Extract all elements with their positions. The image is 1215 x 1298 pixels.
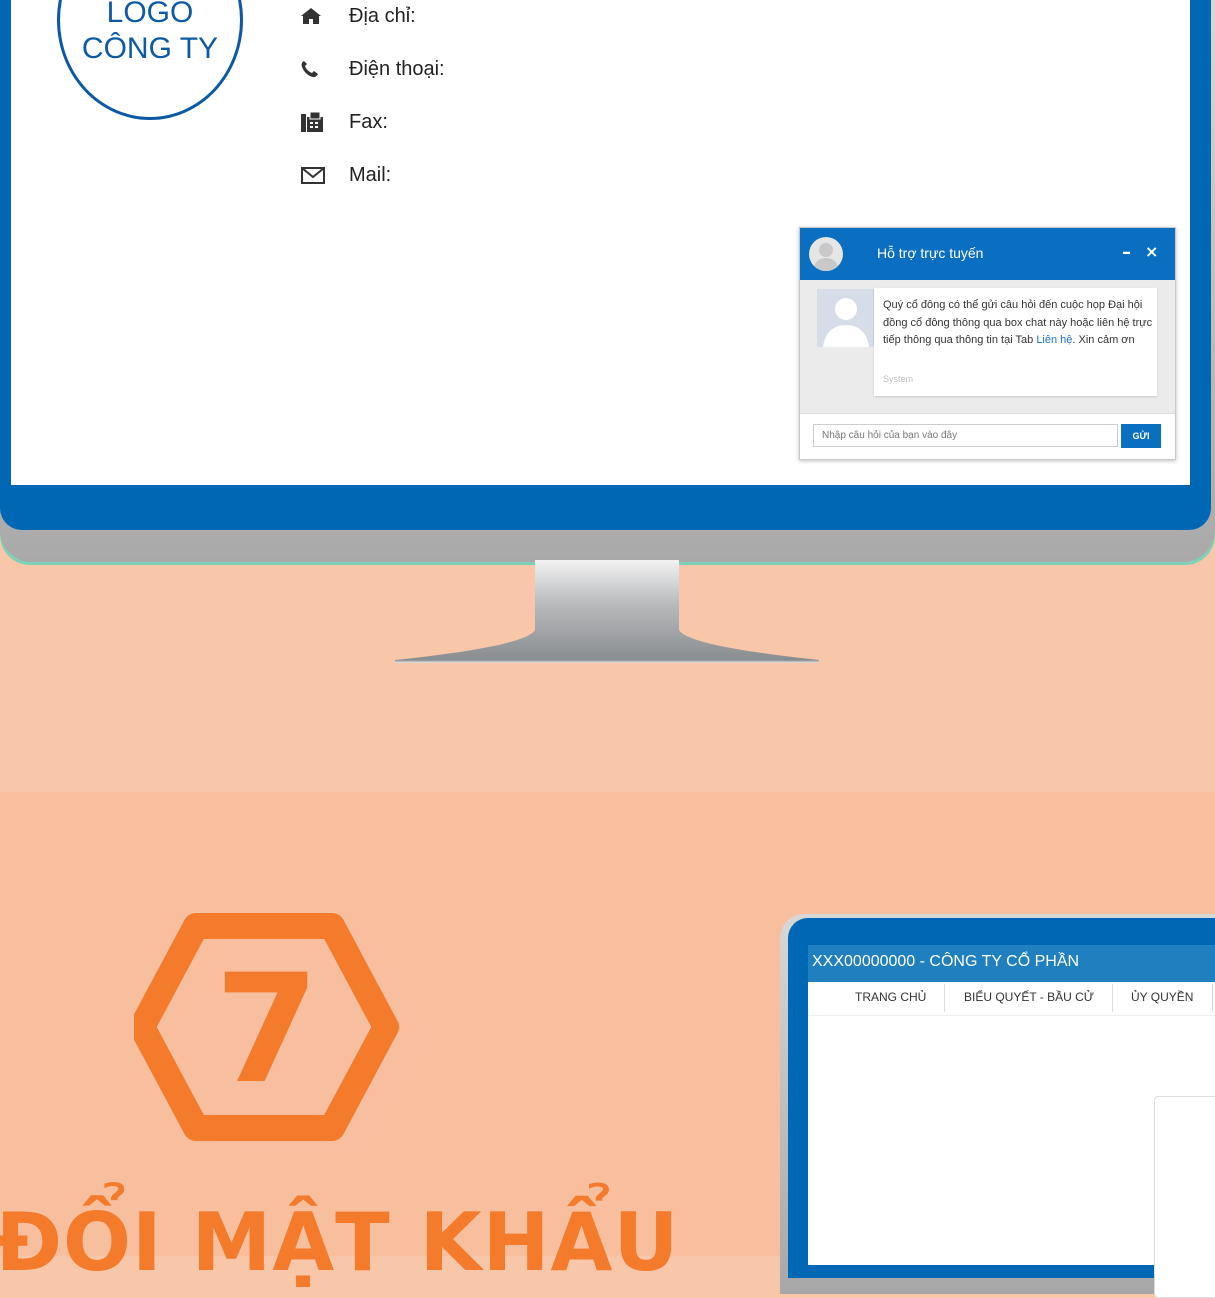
login-card (1154, 1096, 1215, 1298)
phone-label: Điện thoại: (349, 57, 445, 80)
message-text: Quý cổ đông có thể gửi câu hỏi đến cuộc … (883, 299, 1153, 347)
menu-divider (944, 984, 945, 1012)
message-sender: System (883, 374, 914, 384)
phone-icon (300, 60, 349, 78)
step-number: 7 (214, 943, 320, 1117)
chat-title: Hỗ trợ trực tuyến (877, 245, 984, 261)
question-input[interactable]: Nhập câu hỏi của bạn vào đây (813, 424, 1118, 447)
chat-header[interactable]: Hỗ trợ trực tuyến – × (800, 228, 1175, 280)
support-avatar-icon (809, 237, 843, 271)
address-label: Địa chỉ: (349, 4, 416, 27)
contact-phone: Điện thoại: (300, 54, 445, 84)
menu-divider (1212, 984, 1213, 1012)
user-avatar-icon (817, 289, 875, 347)
home-icon (300, 7, 349, 25)
company-logo: LOGO CÔNG TY (57, 0, 243, 120)
send-button[interactable]: GỬI (1121, 424, 1161, 448)
app-title: XXX00000000 - CÔNG TY CỔ PHẦN (812, 953, 1080, 970)
mail-label: Mail: (349, 163, 392, 186)
chat-message: Quý cổ đông có thể gửi câu hỏi đến cuộc … (874, 288, 1157, 396)
menu-divider (1112, 984, 1113, 1012)
fax-icon (300, 111, 349, 133)
step-number-badge: 7 (129, 912, 436, 1156)
menu-item-home[interactable]: TRANG CHỦ (855, 990, 926, 1004)
logo-text: LOGO CÔNG TY (60, 0, 240, 67)
chat-footer: Nhập câu hỏi của bạn vào đây GỬI (800, 413, 1175, 460)
menu-item-voting[interactable]: BIỂU QUYẾT - BẦU CỬ (964, 990, 1094, 1004)
contact-mail: Mail: (300, 160, 391, 190)
chat-messages: Quý cổ đông có thể gửi câu hỏi đến cuộc … (800, 280, 1175, 413)
close-icon[interactable]: × (1145, 242, 1158, 261)
monitor-stand (395, 560, 819, 668)
main-menu: TRANG CHỦ BIỂU QUYẾT - BẦU CỬ ỦY QUYỀN (808, 982, 1215, 1016)
contact-fax: Fax: (300, 107, 388, 137)
fax-label: Fax: (349, 110, 388, 133)
contact-tab-link[interactable]: Liên hệ (1036, 334, 1072, 346)
logo-line-1: LOGO (106, 0, 194, 29)
logo-line-2: CÔNG TY (81, 32, 219, 65)
envelope-icon (300, 165, 349, 185)
second-monitor-screen: XXX00000000 - CÔNG TY CỔ PHẦN TRANG CHỦ … (808, 945, 1215, 1298)
support-chat-widget: Hỗ trợ trực tuyến – × Quý cổ đông có thể… (799, 227, 1176, 460)
step-heading: ĐỔI MẬT KHẨU (0, 1196, 680, 1289)
minimize-icon[interactable]: – (1122, 242, 1131, 263)
app-header: XXX00000000 - CÔNG TY CỔ PHẦN (808, 945, 1215, 982)
menu-item-proxy[interactable]: ỦY QUYỀN (1131, 990, 1193, 1004)
contact-address: Địa chỉ: (300, 1, 416, 31)
